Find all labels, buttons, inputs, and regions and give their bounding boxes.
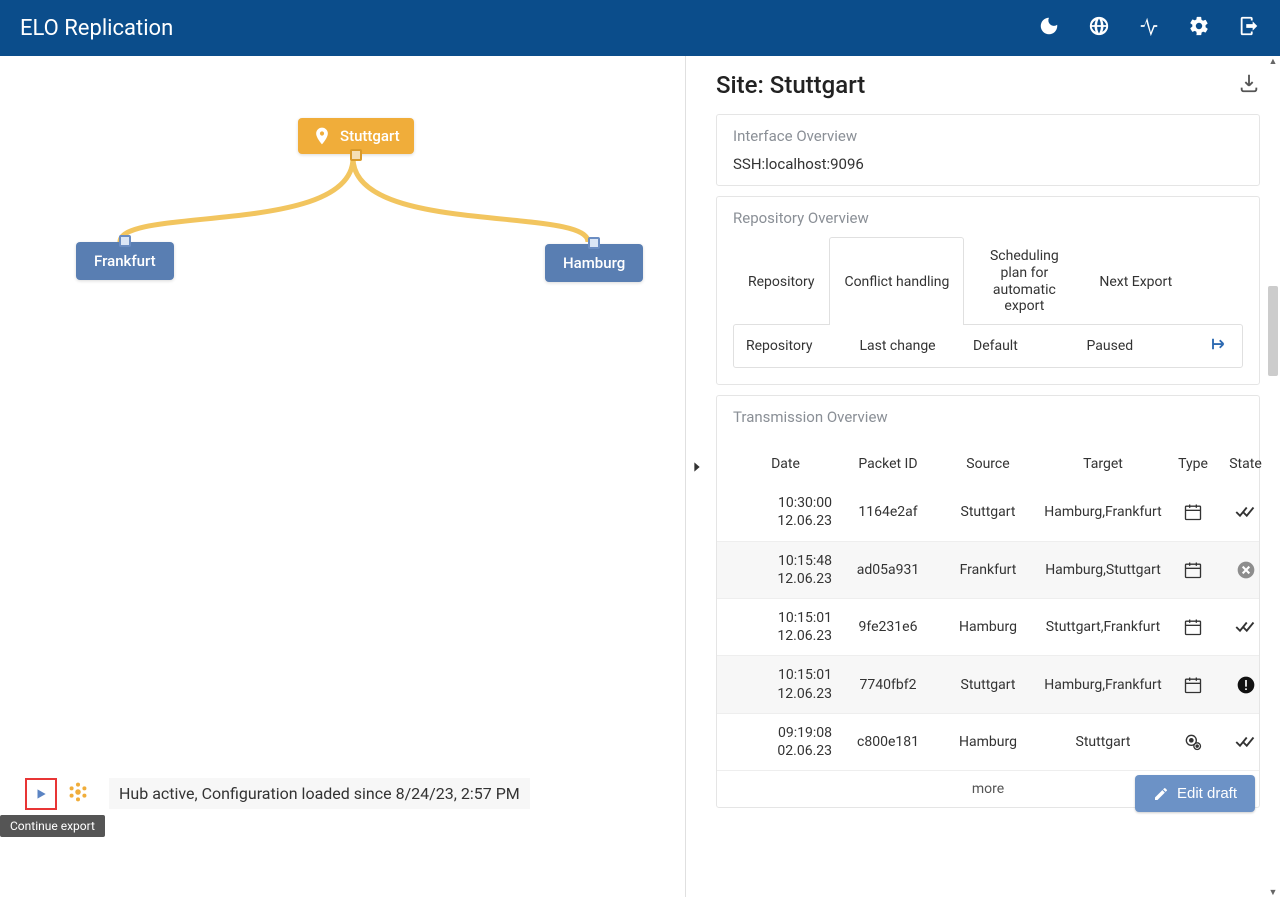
table-row[interactable]: 09:19:0802.06.23 c800e181 Hamburg Stuttg… [717,714,1259,771]
logout-icon[interactable] [1238,15,1260,41]
cell-target: Hamburg,Stuttgart [1038,562,1168,578]
download-icon[interactable] [1238,72,1260,98]
hub-label: Stuttgart [340,127,400,145]
tab-repository[interactable]: Repository [733,237,829,325]
cell-source: Hamburg [938,734,1038,750]
cell-packetid: 1164e2af [838,504,938,520]
cell-target: Stuttgart [1038,734,1168,750]
state-icon [1218,618,1273,636]
cell-packetid: 9fe231e6 [838,619,938,635]
hub-status-icon [67,781,89,807]
cell-date: 10:15:0112.06.23 [733,666,838,702]
cell-target: Hamburg,Frankfurt [1038,677,1168,693]
continue-export-button[interactable] [25,778,57,810]
cell-source: Hamburg [938,619,1038,635]
cell-date: 09:19:0802.06.23 [733,724,838,760]
tab-scheduling[interactable]: Scheduling plan for automatic export [964,237,1084,325]
cell-source: Stuttgart [938,504,1038,520]
cell-packetid: ad05a931 [838,562,938,578]
activity-icon[interactable] [1138,15,1160,41]
table-row[interactable]: 10:15:4812.06.23 ad05a931 Frankfurt Hamb… [717,542,1259,599]
child-label: Hamburg [563,254,625,272]
col-type: Type [1168,456,1218,472]
repo-section-title: Repository Overview [733,209,1243,227]
state-icon [1218,503,1273,521]
child-node-hamburg[interactable]: Hamburg [545,244,643,282]
tab-next-export[interactable]: Next Export [1084,237,1187,325]
cell-date: 10:30:0012.06.23 [733,494,838,530]
tooltip-continue-export: Continue export [0,815,105,837]
child-label: Frankfurt [94,252,156,270]
globe-icon[interactable] [1088,15,1110,41]
state-icon [1218,675,1273,695]
state-icon [1218,733,1273,751]
interface-section-title: Interface Overview [733,127,1243,145]
gear-icon[interactable] [1188,15,1210,41]
child-node-frankfurt[interactable]: Frankfurt [76,242,174,280]
type-icon [1168,502,1218,522]
cell-packetid: 7740fbf2 [838,677,938,693]
col-repository: Repository [746,338,860,354]
type-icon [1168,560,1218,580]
export-icon[interactable] [1200,335,1230,357]
type-icon [1168,675,1218,695]
col-date: Date [733,456,838,472]
cell-target: Hamburg,Frankfurt [1038,504,1168,520]
col-target: Target [1038,456,1168,472]
table-row[interactable]: 10:30:0012.06.23 1164e2af Stuttgart Hamb… [717,484,1259,541]
page-title: Site: Stuttgart [716,71,865,99]
cell-source: Frankfurt [938,562,1038,578]
cell-packetid: c800e181 [838,734,938,750]
col-default: Default [973,338,1087,354]
cell-date: 10:15:0112.06.23 [733,609,838,645]
table-row[interactable]: 10:15:0112.06.23 9fe231e6 Hamburg Stuttg… [717,599,1259,656]
hub-node[interactable]: Stuttgart [298,118,414,154]
type-icon [1168,732,1218,752]
col-source: Source [938,456,1038,472]
trans-section-title: Transmission Overview [717,408,1259,426]
state-icon [1218,560,1273,580]
interface-value: SSH:localhost:9096 [733,155,1243,173]
col-state: State [1218,456,1273,472]
edit-draft-button[interactable]: Edit draft [1135,775,1255,812]
status-text: Hub active, Configuration loaded since 8… [109,778,530,809]
cell-date: 10:15:4812.06.23 [733,552,838,588]
cell-target: Stuttgart,Frankfurt [1038,619,1168,635]
edit-draft-label: Edit draft [1177,785,1237,802]
col-paused: Paused [1087,338,1201,354]
type-icon [1168,617,1218,637]
col-lastchange: Last change [860,338,974,354]
tab-conflict[interactable]: Conflict handling [829,237,964,325]
cell-source: Stuttgart [938,677,1038,693]
theme-icon[interactable] [1038,15,1060,41]
app-title: ELO Replication [20,16,173,41]
col-packetid: Packet ID [838,456,938,472]
table-row[interactable]: 10:15:0112.06.23 7740fbf2 Stuttgart Hamb… [717,656,1259,713]
